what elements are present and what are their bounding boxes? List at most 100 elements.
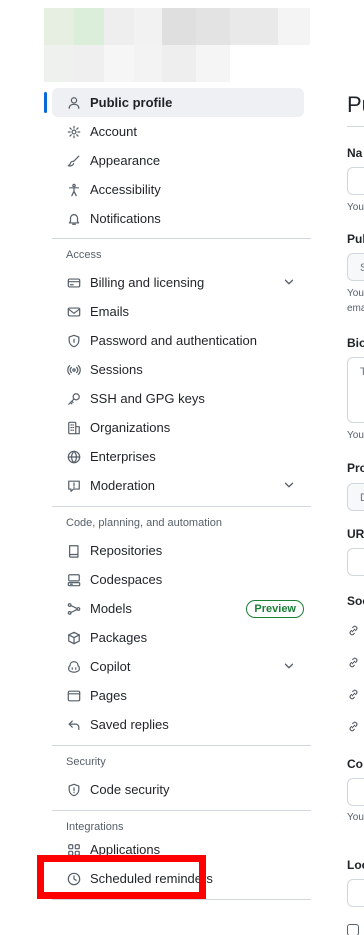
- public-email-select[interactable]: S: [347, 253, 364, 281]
- sidebar-item-password-and-authentication[interactable]: Password and authentication: [52, 326, 312, 355]
- field-help-public-email: You: [347, 288, 364, 299]
- chevron-down-icon[interactable]: [282, 478, 296, 492]
- sidebar-item-emails[interactable]: Emails: [52, 297, 312, 326]
- chevron-down-icon[interactable]: [282, 659, 296, 673]
- blurred-cell: [134, 45, 162, 82]
- blurred-cell: [196, 8, 230, 45]
- sidebar-item-notifications[interactable]: Notifications: [52, 204, 312, 233]
- sidebar-item-organizations[interactable]: Organizations: [52, 413, 312, 442]
- section-title-security: Security: [66, 756, 106, 768]
- sidebar-item-enterprises[interactable]: Enterprises: [52, 442, 312, 471]
- sidebar-item-label: Saved replies: [90, 717, 169, 732]
- name-input[interactable]: [347, 167, 364, 195]
- blurred-cell: [104, 45, 134, 82]
- sidebar-item-label: Accessibility: [90, 182, 161, 197]
- broadcast-icon: [66, 362, 82, 378]
- sidebar-item-repositories[interactable]: Repositories: [52, 536, 312, 565]
- divider: [52, 238, 311, 239]
- field-label-public-email: Pul: [347, 232, 364, 246]
- section-title-access: Access: [66, 249, 102, 261]
- field-label-social: Soc: [347, 594, 364, 608]
- report-icon: [66, 478, 82, 494]
- models-icon: [66, 601, 82, 617]
- blurred-cell: [134, 8, 162, 45]
- blurred-cell: [278, 45, 310, 82]
- sidebar-item-billing-and-licensing[interactable]: Billing and licensing: [52, 268, 312, 297]
- link-icon: [347, 656, 361, 670]
- sidebar-item-account[interactable]: Account: [52, 117, 312, 146]
- blurred-cell: [162, 8, 196, 45]
- sidebar-item-pages[interactable]: Pages: [52, 681, 312, 710]
- field-label-company: Co: [347, 757, 363, 771]
- sidebar-item-moderation[interactable]: Moderation: [52, 471, 312, 500]
- sidebar-item-models[interactable]: Models Preview: [52, 594, 312, 623]
- settings-sidebar: Public profile Account Appearance Accessibi…: [44, 88, 312, 900]
- blurred-profile-header: [44, 8, 310, 82]
- sidebar-item-label: Code security: [90, 782, 170, 797]
- shield-lock-icon: [66, 333, 82, 349]
- field-help-name: You: [347, 202, 364, 213]
- sidebar-item-saved-replies[interactable]: Saved replies: [52, 710, 312, 739]
- sidebar-item-public-profile[interactable]: Public profile: [44, 88, 304, 117]
- applications-highlight-box: [37, 855, 206, 899]
- sidebar-item-codespaces[interactable]: Codespaces: [52, 565, 312, 594]
- sidebar-item-label: Notifications: [90, 211, 161, 226]
- blurred-row: [44, 8, 310, 45]
- profile-main-content: Pu Na You Pul S You ema Bio T You Pro D …: [347, 0, 364, 935]
- chevron-down-icon[interactable]: [282, 275, 296, 289]
- url-input[interactable]: [347, 548, 364, 576]
- link-icon: [347, 624, 361, 638]
- person-icon: [66, 95, 82, 111]
- sidebar-item-label: Packages: [90, 630, 148, 645]
- sidebar-item-sessions[interactable]: Sessions: [52, 355, 312, 384]
- link-icon: [347, 720, 361, 734]
- blurred-cell: [104, 8, 134, 45]
- field-label-url: UR: [347, 527, 364, 541]
- sidebar-item-copilot[interactable]: Copilot: [52, 652, 312, 681]
- sidebar-item-ssh-and-gpg-keys[interactable]: SSH and GPG keys: [52, 384, 312, 413]
- sidebar-item-label: Models: [90, 601, 132, 616]
- field-label-pronouns: Pro: [347, 461, 364, 475]
- codespaces-icon: [66, 572, 82, 588]
- bio-textarea[interactable]: T: [347, 357, 364, 423]
- field-label-name: Na: [347, 146, 363, 160]
- checkbox[interactable]: [347, 924, 359, 935]
- link-icon: [347, 688, 361, 702]
- gear-icon: [66, 124, 82, 140]
- divider: [52, 810, 311, 811]
- sidebar-item-label: Repositories: [90, 543, 163, 558]
- company-input[interactable]: [347, 778, 364, 806]
- shield-icon: [66, 782, 82, 798]
- field-help-company: You: [347, 812, 364, 823]
- blurred-cell: [74, 45, 104, 82]
- blurred-cell: [278, 8, 310, 45]
- sidebar-item-label: Enterprises: [90, 449, 156, 464]
- package-icon: [66, 630, 82, 646]
- sidebar-item-label: Copilot: [90, 659, 131, 674]
- sidebar-item-appearance[interactable]: Appearance: [52, 146, 312, 175]
- divider: [52, 899, 311, 900]
- sidebar-item-label: Billing and licensing: [90, 275, 205, 290]
- key-icon: [66, 391, 82, 407]
- copilot-icon: [66, 659, 82, 675]
- sidebar-item-code-security[interactable]: Code security: [52, 775, 312, 804]
- sidebar-group-access: Billing and licensing Emails Password and …: [52, 268, 312, 500]
- sidebar-item-accessibility[interactable]: Accessibility: [52, 175, 312, 204]
- pronouns-select[interactable]: D: [347, 483, 364, 511]
- repo-icon: [66, 543, 82, 559]
- divider: [52, 745, 311, 746]
- organization-icon: [66, 420, 82, 436]
- sidebar-item-label: Account: [90, 124, 137, 139]
- mail-icon: [66, 304, 82, 320]
- blurred-row: [44, 45, 310, 82]
- sidebar-item-label: Organizations: [90, 420, 171, 435]
- section-title-integrations: Integrations: [66, 821, 124, 833]
- title-divider: [347, 126, 364, 127]
- public-email-placeholder: S: [360, 262, 364, 274]
- sidebar-item-label: Password and authentication: [90, 333, 257, 348]
- blurred-cell: [196, 45, 230, 82]
- preview-badge: Preview: [246, 600, 304, 618]
- credit-card-icon: [66, 275, 82, 291]
- location-input[interactable]: [347, 879, 364, 907]
- sidebar-item-packages[interactable]: Packages: [52, 623, 312, 652]
